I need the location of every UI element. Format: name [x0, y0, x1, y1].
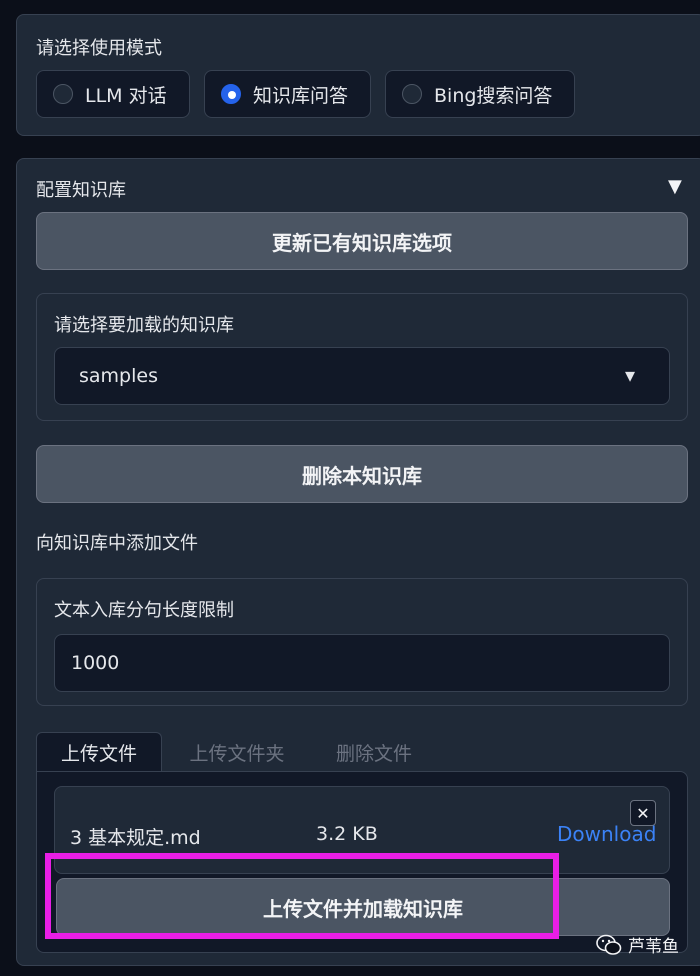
radio-circle-icon [53, 84, 73, 104]
add-files-label: 向知识库中添加文件 [36, 533, 198, 554]
radio-circle-icon [402, 84, 422, 104]
watermark: 芦苇鱼 [596, 932, 679, 957]
kb-select-dropdown[interactable]: samples ▾ [54, 347, 670, 405]
radio-label: 知识库问答 [253, 84, 349, 107]
kb-section-title: 配置知识库 [36, 180, 126, 201]
wechat-icon [596, 934, 622, 955]
sentence-limit-input[interactable]: 1000 [54, 634, 670, 692]
file-size: 3.2 KB [316, 823, 378, 845]
radio-bing-search[interactable]: Bing搜索问答 [385, 70, 575, 118]
mode-label: 请选择使用模式 [36, 38, 162, 59]
sentence-limit-label: 文本入库分句长度限制 [54, 600, 234, 621]
tab-delete-file[interactable]: 删除文件 [318, 732, 430, 772]
download-link[interactable]: Download [557, 822, 656, 846]
highlight-box [45, 853, 559, 939]
radio-label: Bing搜索问答 [434, 84, 553, 107]
kb-select-label: 请选择要加载的知识库 [54, 315, 234, 336]
chevron-down-icon: ▾ [624, 363, 635, 387]
radio-kb-qa[interactable]: 知识库问答 [204, 70, 371, 118]
delete-kb-button[interactable]: 删除本知识库 [36, 445, 688, 503]
file-name: 3 基本规定.md [70, 827, 201, 849]
radio-label: LLM 对话 [85, 84, 167, 107]
tab-upload-file[interactable]: 上传文件 [36, 732, 162, 772]
kb-select-value: samples [79, 365, 158, 387]
collapse-toggle-icon[interactable]: ▼ [668, 176, 682, 197]
sentence-limit-value: 1000 [71, 652, 120, 674]
refresh-kb-options-button[interactable]: 更新已有知识库选项 [36, 212, 688, 270]
radio-checked-icon [221, 84, 241, 104]
tab-upload-folder[interactable]: 上传文件夹 [172, 732, 302, 772]
watermark-text: 芦苇鱼 [628, 937, 679, 957]
radio-llm-chat[interactable]: LLM 对话 [36, 70, 190, 118]
